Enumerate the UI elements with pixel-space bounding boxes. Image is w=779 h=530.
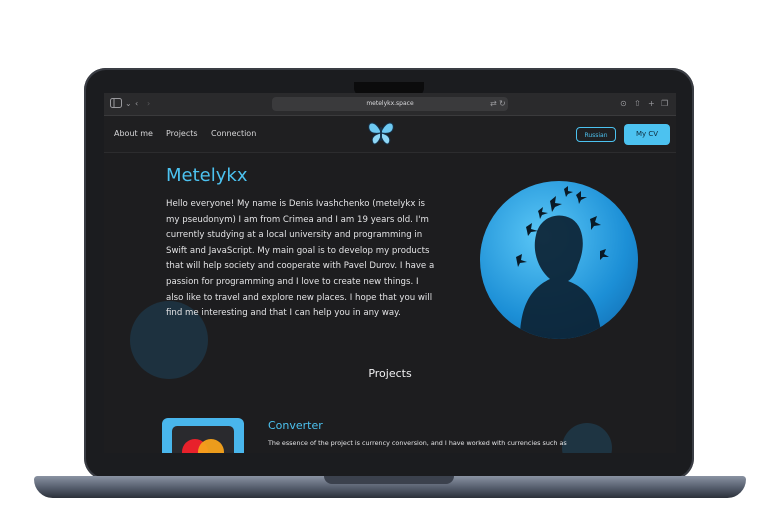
- laptop-groove: [324, 476, 454, 484]
- new-tab-icon[interactable]: +: [648, 98, 655, 110]
- about-text: Hello everyone! My name is Denis Ivashch…: [166, 199, 435, 319]
- nav-about-me[interactable]: About me: [114, 129, 153, 138]
- back-icon[interactable]: ‹: [135, 98, 138, 110]
- my-cv-button[interactable]: My CV: [624, 124, 670, 145]
- russian-language-button[interactable]: Russian: [576, 127, 616, 142]
- project-description: The essence of the project is currency c…: [268, 439, 567, 447]
- chevron-down-icon[interactable]: ⌄: [125, 98, 132, 110]
- address-bar[interactable]: metelykx.space: [272, 97, 508, 111]
- laptop-screen: ⌄ ‹ › ▤ metelykx.space ⇄ ↻ ⊙ ⇧ + ❐ About…: [104, 93, 676, 453]
- projects-heading: Projects: [368, 367, 412, 380]
- download-icon[interactable]: ⊙: [620, 98, 627, 110]
- project-thumbnail[interactable]: [162, 418, 244, 453]
- butterfly-logo-icon[interactable]: [366, 118, 396, 148]
- reload-icon[interactable]: ↻: [499, 98, 506, 110]
- page-title: Metelykx: [166, 165, 248, 186]
- browser-toolbar: ⌄ ‹ › ▤ metelykx.space ⇄ ↻ ⊙ ⇧ + ❐: [104, 93, 676, 116]
- nav-projects[interactable]: Projects: [166, 129, 198, 138]
- project-title[interactable]: Converter: [268, 419, 323, 432]
- tab-overview-icon[interactable]: ❐: [661, 98, 668, 110]
- nav-connection[interactable]: Connection: [211, 129, 256, 138]
- profile-avatar: [480, 181, 638, 339]
- forward-icon[interactable]: ›: [147, 98, 150, 110]
- translate-icon[interactable]: ⇄: [490, 98, 497, 110]
- sidebar-icon[interactable]: [110, 98, 122, 112]
- site-header: About me Projects Connection Russian My …: [104, 116, 676, 153]
- decorative-circle: [562, 423, 612, 453]
- share-icon[interactable]: ⇧: [634, 98, 641, 110]
